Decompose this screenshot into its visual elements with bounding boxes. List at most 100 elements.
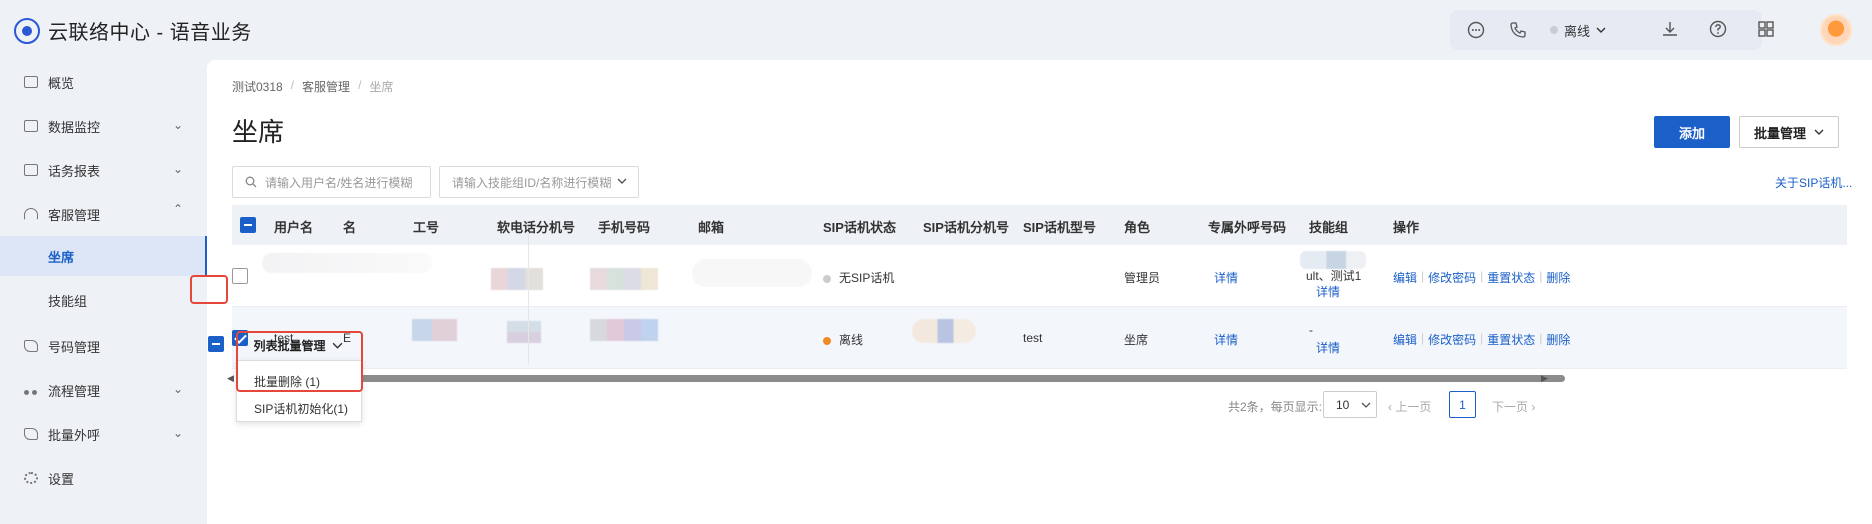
column-header: 用户名 [274, 220, 314, 235]
table-row[interactable]: test E 离线 test 坐席 详情 - 详情 编辑 | 修改密码 | 重置状态… [232, 307, 1847, 369]
add-button[interactable]: 添加 [1654, 116, 1730, 148]
edit-button[interactable]: 编辑 [1393, 331, 1417, 348]
main-content: 测试0318 / 客服管理 / 坐席 坐席 添加 批量管理 请输入用户名/姓名进… [207, 60, 1872, 524]
breadcrumb: 测试0318 / 客服管理 / 坐席 [232, 78, 394, 95]
cell-skill-group: - [1309, 323, 1313, 337]
redacted-mobile [590, 319, 658, 341]
table-row[interactable]: 无SIP话机 管理员 详情 ult、测试1 详情 编辑 | 修改密码 | 重置状态 |… [232, 245, 1847, 307]
page-number-current[interactable]: 1 [1449, 391, 1476, 418]
flow-icon [24, 384, 38, 396]
table-horizontal-scrollbar[interactable]: ◀ ▶ [227, 373, 1847, 384]
row-checkbox[interactable] [232, 268, 248, 284]
highlight-batch-menu [236, 331, 363, 392]
chevron-down-icon: ⌄ [172, 426, 183, 440]
column-header: SIP话机状态 [823, 220, 896, 235]
prev-page-button[interactable]: ‹ 上一页 [1388, 398, 1431, 415]
column-header: SIP话机分机号 [923, 220, 1009, 235]
scroll-right-icon[interactable]: ▶ [1541, 373, 1548, 384]
select-all-checkbox[interactable] [240, 217, 256, 233]
redacted-mobile [590, 268, 658, 290]
sidebar-item-label: 流程管理 [48, 383, 101, 399]
outbound-detail-link[interactable]: 详情 [1214, 269, 1238, 286]
batch-manage-button[interactable]: 批量管理 [1739, 116, 1839, 148]
cell-skill-group: ult、测试1 [1306, 269, 1362, 283]
sidebar-item-service[interactable]: 客服管理 ⌃ [0, 192, 207, 236]
app-title: 云联络中心 - 语音业务 [48, 22, 252, 44]
edit-button[interactable]: 编辑 [1393, 269, 1417, 286]
next-page-button[interactable]: 下一页 › [1492, 398, 1535, 415]
monitor-icon [24, 120, 38, 132]
delete-button[interactable]: 删除 [1546, 269, 1570, 286]
pagination-total: 共2条，每页显示: [1228, 400, 1323, 414]
scroll-left-icon[interactable]: ◀ [227, 373, 234, 384]
sidebar-item-label: 坐席 [48, 249, 75, 265]
sidebar-item-label: 话务报表 [48, 163, 101, 179]
report-icon [24, 164, 38, 176]
sidebar-item-settings[interactable]: 设置 [0, 456, 207, 500]
search-user-placeholder: 请输入用户名/姓名进行模糊 [265, 175, 413, 190]
delete-button[interactable]: 删除 [1546, 331, 1570, 348]
redacted-name [262, 253, 432, 273]
table-header: 用户名 名 工号 软电话分机号 手机号码 邮箱 SIP话机状态 SIP话机分机号… [232, 205, 1847, 245]
change-password-button[interactable]: 修改密码 [1428, 331, 1476, 348]
apps-icon[interactable] [1756, 19, 1776, 39]
skill-detail-link[interactable]: 详情 [1316, 283, 1340, 300]
app-logo[interactable]: 云联络中心 - 语音业务 [14, 16, 252, 45]
phone-icon[interactable] [1508, 20, 1528, 40]
search-skill-select[interactable]: 请输入技能组ID/名称进行模糊 [439, 166, 639, 198]
column-header: 技能组 [1309, 220, 1349, 235]
column-header: 操作 [1393, 220, 1420, 235]
agent-status-dropdown[interactable]: 离线 [1550, 21, 1606, 40]
sidebar-subitem-agents[interactable]: 坐席 [0, 236, 207, 276]
search-user-input[interactable]: 请输入用户名/姓名进行模糊 [232, 166, 431, 198]
prev-page-label: 上一页 [1395, 400, 1432, 414]
user-avatar[interactable] [1820, 14, 1852, 46]
breadcrumb-root[interactable]: 测试0318 [232, 78, 283, 95]
search-icon [245, 176, 257, 188]
column-header: 工号 [413, 220, 440, 235]
reset-status-button[interactable]: 重置状态 [1487, 331, 1535, 348]
chevron-down-icon: ⌄ [172, 118, 183, 132]
sidebar-item-flows[interactable]: 流程管理 ⌄ [0, 368, 207, 412]
page-size-value: 10 [1336, 397, 1350, 412]
column-header: SIP话机型号 [1023, 220, 1096, 235]
help-icon[interactable] [1708, 19, 1728, 39]
sip-phone-help-link[interactable]: 关于SIP话机... [1775, 174, 1852, 191]
redacted-extension [491, 268, 543, 290]
logo-icon [14, 17, 40, 44]
page-size-select[interactable]: 10 [1323, 391, 1377, 418]
chevron-down-icon [1361, 402, 1371, 408]
chevron-down-icon [1596, 27, 1606, 33]
sidebar: 概览 数据监控 ⌄ 话务报表 ⌄ 客服管理 ⌃ 坐席 技能组 号码管理 流程管理… [0, 60, 207, 524]
sidebar-item-label: 数据监控 [48, 119, 101, 135]
cell-sip-model: test [1023, 331, 1043, 345]
download-icon[interactable] [1660, 19, 1680, 39]
column-header: 名 [343, 220, 357, 235]
sidebar-item-overview[interactable]: 概览 [0, 60, 207, 104]
sidebar-subitem-skill-groups[interactable]: 技能组 [0, 280, 207, 320]
row-actions: 编辑 | 修改密码 | 重置状态 | 删除 [1393, 331, 1571, 348]
breadcrumb-section[interactable]: 客服管理 [302, 78, 350, 95]
chat-icon[interactable] [1466, 20, 1486, 40]
redacted-extension [507, 321, 541, 343]
footer-select-all-checkbox[interactable] [208, 336, 224, 352]
sip-status-label: 无SIP话机 [839, 271, 895, 285]
cell-sip-status: 离线 [823, 331, 863, 348]
outbound-detail-link[interactable]: 详情 [1214, 331, 1238, 348]
scrollbar-thumb[interactable] [278, 375, 1565, 382]
sidebar-item-batch-call[interactable]: 批量外呼 ⌄ [0, 412, 207, 456]
sip-init-menu-item[interactable]: SIP话机初始化(1) [237, 394, 361, 422]
chevron-down-icon: ⌄ [172, 162, 183, 176]
dashboard-icon [24, 76, 38, 88]
sidebar-item-reports[interactable]: 话务报表 ⌄ [0, 148, 207, 192]
redacted-sip-extension [912, 319, 976, 343]
reset-status-button[interactable]: 重置状态 [1487, 269, 1535, 286]
column-header: 软电话分机号 [497, 220, 576, 235]
column-header: 邮箱 [698, 220, 725, 235]
status-dot [1550, 26, 1558, 34]
sidebar-item-numbers[interactable]: 号码管理 [0, 324, 207, 368]
change-password-button[interactable]: 修改密码 [1428, 269, 1476, 286]
gear-icon [24, 472, 38, 484]
sidebar-item-monitor[interactable]: 数据监控 ⌄ [0, 104, 207, 148]
skill-detail-link[interactable]: 详情 [1316, 339, 1340, 356]
